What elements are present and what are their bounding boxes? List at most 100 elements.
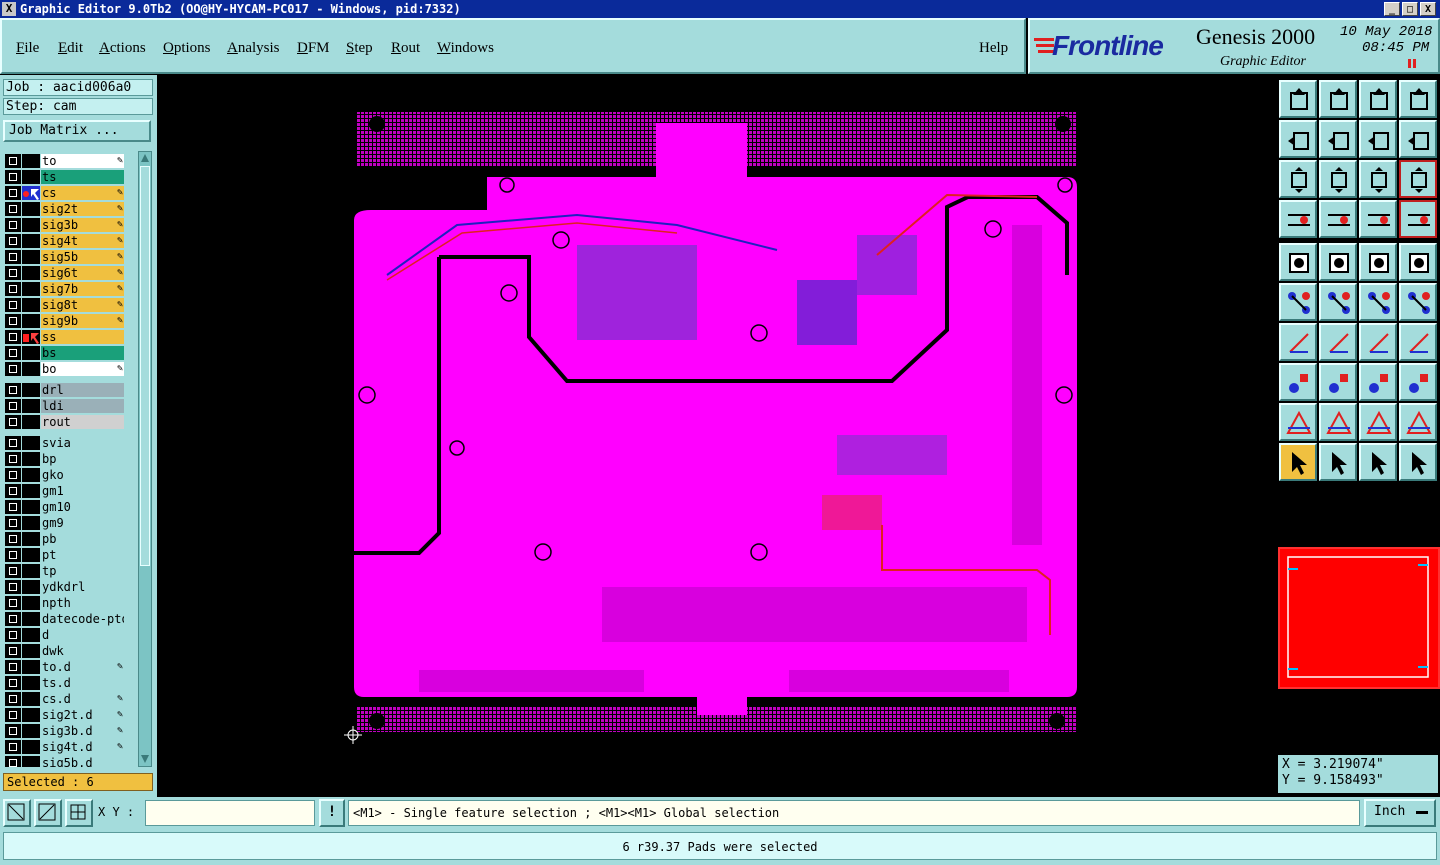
layer-row[interactable]: svia	[3, 435, 125, 451]
layer-mark[interactable]	[22, 154, 40, 168]
layer-checkbox[interactable]	[5, 282, 21, 296]
layer-name[interactable]: gm10	[41, 500, 124, 514]
layer-row[interactable]: sig2t.d ✎	[3, 707, 125, 723]
layer-row[interactable]: sig9b ✎	[3, 313, 125, 329]
layer-mark[interactable]	[22, 415, 40, 429]
layer-name[interactable]: datecode-pto	[41, 612, 124, 626]
layer-checkbox[interactable]	[5, 484, 21, 498]
layer-row[interactable]: d	[3, 627, 125, 643]
menu-dfm[interactable]: DFM	[297, 40, 330, 57]
snap-button[interactable]	[1279, 80, 1317, 118]
layer-name[interactable]: to.d ✎	[41, 660, 124, 674]
layer-row[interactable]: sig7b ✎	[3, 281, 125, 297]
tri-c-button[interactable]	[1359, 403, 1397, 441]
layer-row[interactable]: drl	[3, 382, 125, 398]
layer-mark[interactable]	[22, 612, 40, 626]
layer-row[interactable]: ts.d	[3, 675, 125, 691]
layer-name[interactable]: sig3b.d ✎	[41, 724, 124, 738]
layer-checkbox[interactable]	[5, 415, 21, 429]
layer-row[interactable]: to ✎	[3, 153, 125, 169]
layer-scrollbar[interactable]	[138, 151, 152, 767]
layer-mark[interactable]	[22, 383, 40, 397]
connect-button[interactable]	[1279, 283, 1317, 321]
layer-checkbox[interactable]	[5, 580, 21, 594]
angle-button[interactable]	[1279, 323, 1317, 361]
scroll-up-icon[interactable]	[140, 153, 150, 163]
layer-checkbox[interactable]	[5, 468, 21, 482]
layer-row[interactable]: pb	[3, 531, 125, 547]
layer-checkbox[interactable]	[5, 756, 21, 767]
layer-name[interactable]: to ✎	[41, 154, 124, 168]
layer-mark[interactable]	[22, 516, 40, 530]
layer-row[interactable]: sig5b ✎	[3, 249, 125, 265]
pcb-board[interactable]	[157, 75, 1276, 797]
layer-name[interactable]: sig8t ✎	[41, 298, 124, 312]
pause-icon[interactable]	[1408, 58, 1418, 70]
pad-add-button[interactable]	[1279, 363, 1317, 401]
layer-row[interactable]: ydkdrl	[3, 579, 125, 595]
measure-button[interactable]	[1279, 200, 1317, 238]
layer-name[interactable]: tp	[41, 564, 124, 578]
layer-row[interactable]: ts	[3, 169, 125, 185]
shapes-button[interactable]	[1399, 363, 1437, 401]
zoom-1to2-button[interactable]	[1359, 160, 1397, 198]
layer-row[interactable]: sig8t ✎	[3, 297, 125, 313]
layer-name[interactable]: bo ✎	[41, 362, 124, 376]
layer-name[interactable]: d	[41, 628, 124, 642]
tri-a-button[interactable]	[1279, 403, 1317, 441]
layer-checkbox[interactable]	[5, 708, 21, 722]
layer-row[interactable]: gm9	[3, 515, 125, 531]
layer-name[interactable]: npth	[41, 596, 124, 610]
layer-name[interactable]: ss	[41, 330, 124, 344]
layer-name[interactable]: cs.d ✎	[41, 692, 124, 706]
layer-row[interactable]: sig3b.d ✎	[3, 723, 125, 739]
layer-name[interactable]: svia	[41, 436, 124, 450]
edge-button[interactable]	[1319, 363, 1357, 401]
pointer-button[interactable]	[1279, 443, 1317, 481]
layer-mark[interactable]	[22, 740, 40, 754]
layer-name[interactable]: pt	[41, 548, 124, 562]
menu-rout[interactable]: Rout	[391, 40, 420, 57]
layer-name[interactable]: ts.d	[41, 676, 124, 690]
layer-name[interactable]: gko	[41, 468, 124, 482]
layer-name[interactable]: dwk	[41, 644, 124, 658]
layer-name[interactable]: sig6t ✎	[41, 266, 124, 280]
menu-file[interactable]: File	[16, 40, 39, 57]
layer-mark[interactable]	[22, 692, 40, 706]
layer-mark[interactable]	[22, 170, 40, 184]
layer-row[interactable]: dwk	[3, 643, 125, 659]
layer-mark[interactable]	[22, 532, 40, 546]
layer-row[interactable]: pt	[3, 547, 125, 563]
layer-mark[interactable]	[22, 564, 40, 578]
layer-checkbox[interactable]	[5, 399, 21, 413]
layer-checkbox[interactable]	[5, 740, 21, 754]
pan-right-button[interactable]	[1319, 120, 1357, 158]
layer-row[interactable]: to.d ✎	[3, 659, 125, 675]
layer-mark[interactable]	[22, 580, 40, 594]
overview-map[interactable]	[1278, 547, 1440, 689]
zoom-fit-button[interactable]	[1279, 160, 1317, 198]
split-view-button[interactable]	[1399, 80, 1437, 118]
draw-rect-button[interactable]	[1319, 243, 1357, 281]
layer-checkbox[interactable]	[5, 330, 21, 344]
layer-row[interactable]: tp	[3, 563, 125, 579]
node-add-button[interactable]	[1359, 283, 1397, 321]
layer-checkbox[interactable]	[5, 154, 21, 168]
menu-actions[interactable]: Actions	[99, 40, 146, 57]
layer-mark[interactable]	[22, 436, 40, 450]
layer-mark[interactable]	[22, 314, 40, 328]
layer-checkbox[interactable]	[5, 724, 21, 738]
layer-name[interactable]: drl	[41, 383, 124, 397]
layer-row[interactable]: sig4t.d ✎	[3, 739, 125, 755]
layer-mark[interactable]	[22, 266, 40, 280]
window-button[interactable]	[1319, 80, 1357, 118]
node-move-button[interactable]	[1399, 283, 1437, 321]
layer-checkbox[interactable]	[5, 202, 21, 216]
layer-stack-button[interactable]	[1359, 200, 1397, 238]
cross-button[interactable]	[1319, 283, 1357, 321]
tri-b-button[interactable]	[1319, 403, 1357, 441]
layer-checkbox[interactable]	[5, 250, 21, 264]
layer-mark[interactable]	[22, 186, 40, 200]
layer-mark[interactable]	[22, 756, 40, 767]
layer-mark[interactable]	[22, 282, 40, 296]
